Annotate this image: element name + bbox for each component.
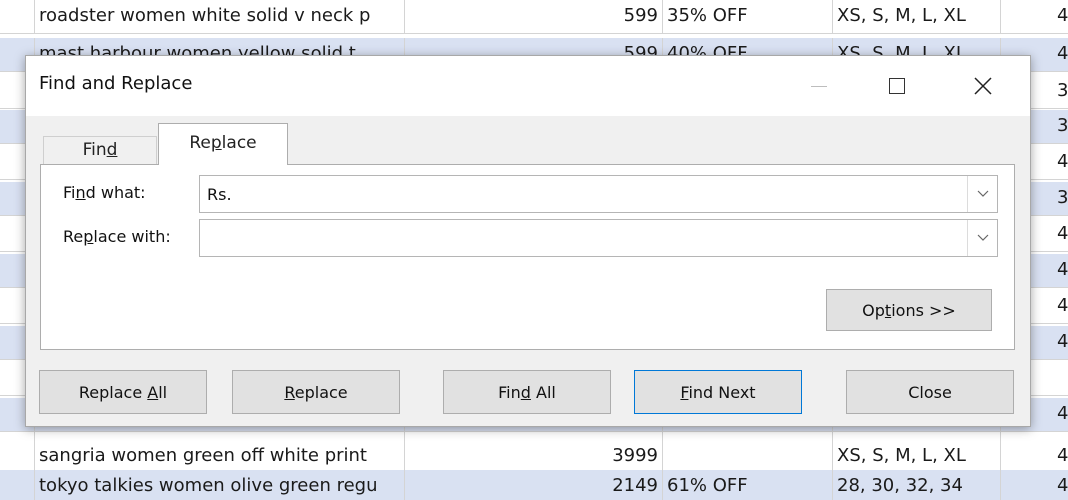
close-window-button[interactable]	[960, 66, 1006, 106]
replace-with-label: Replace with:	[63, 227, 171, 246]
cell-sizes[interactable]: XS, S, M, L, XL	[832, 440, 1000, 473]
replace-with-combobox[interactable]	[199, 219, 998, 257]
options-button[interactable]: Options >>	[826, 289, 992, 331]
dialog-titlebar[interactable]: Find and Replace	[26, 56, 1030, 116]
close-icon	[974, 77, 992, 95]
find-replace-dialog: Find and Replace Find Replace Find what:	[25, 55, 1031, 427]
replace-button[interactable]: Replace	[232, 370, 400, 414]
find-what-input[interactable]	[200, 176, 966, 212]
maximize-icon	[889, 78, 905, 94]
tab-find[interactable]: Find	[43, 136, 157, 164]
close-button[interactable]: Close	[846, 370, 1014, 414]
table-row[interactable]: sangria women green off white print 3999 X…	[0, 440, 1068, 474]
minimize-icon	[811, 85, 827, 87]
table-row[interactable]: tokyo talkies women olive green regu 2149…	[0, 470, 1068, 500]
cell-sizes[interactable]: XS, S, M, L, XL	[832, 0, 1000, 33]
cell-last[interactable]: 4	[1000, 0, 1068, 33]
cell-discount[interactable]	[662, 440, 832, 473]
cell-sizes[interactable]: 28, 30, 32, 34	[832, 470, 1000, 500]
table-row[interactable]: roadster women white solid v neck p 599 35…	[0, 0, 1068, 34]
cell-last[interactable]: 4	[1000, 440, 1068, 473]
cell-discount[interactable]: 61% OFF	[662, 470, 832, 500]
cell-price[interactable]: 2149	[404, 470, 662, 500]
cell-name[interactable]: roadster women white solid v neck p	[34, 0, 404, 33]
minimize-button	[796, 66, 842, 106]
dialog-title: Find and Replace	[39, 73, 193, 94]
replace-all-button[interactable]: Replace All	[39, 370, 207, 414]
find-next-button[interactable]: Find Next	[634, 370, 802, 414]
cell-name[interactable]: sangria women green off white print	[34, 440, 404, 473]
replace-with-input[interactable]	[200, 220, 966, 256]
cell-discount[interactable]: 35% OFF	[662, 0, 832, 33]
cell-price[interactable]: 3999	[404, 440, 662, 473]
find-what-label: Find what:	[63, 183, 146, 202]
chevron-down-icon	[977, 234, 988, 241]
replace-with-dropdown-button[interactable]	[967, 220, 997, 256]
find-all-button[interactable]: Find All	[443, 370, 611, 414]
find-what-dropdown-button[interactable]	[967, 176, 997, 212]
cell-price[interactable]: 599	[404, 0, 662, 33]
maximize-button[interactable]	[874, 66, 920, 106]
cell-last[interactable]: 4	[1000, 470, 1068, 500]
chevron-down-icon	[977, 190, 988, 197]
tab-replace[interactable]: Replace	[158, 123, 288, 165]
cell-name[interactable]: tokyo talkies women olive green regu	[34, 470, 404, 500]
find-what-combobox[interactable]	[199, 175, 998, 213]
